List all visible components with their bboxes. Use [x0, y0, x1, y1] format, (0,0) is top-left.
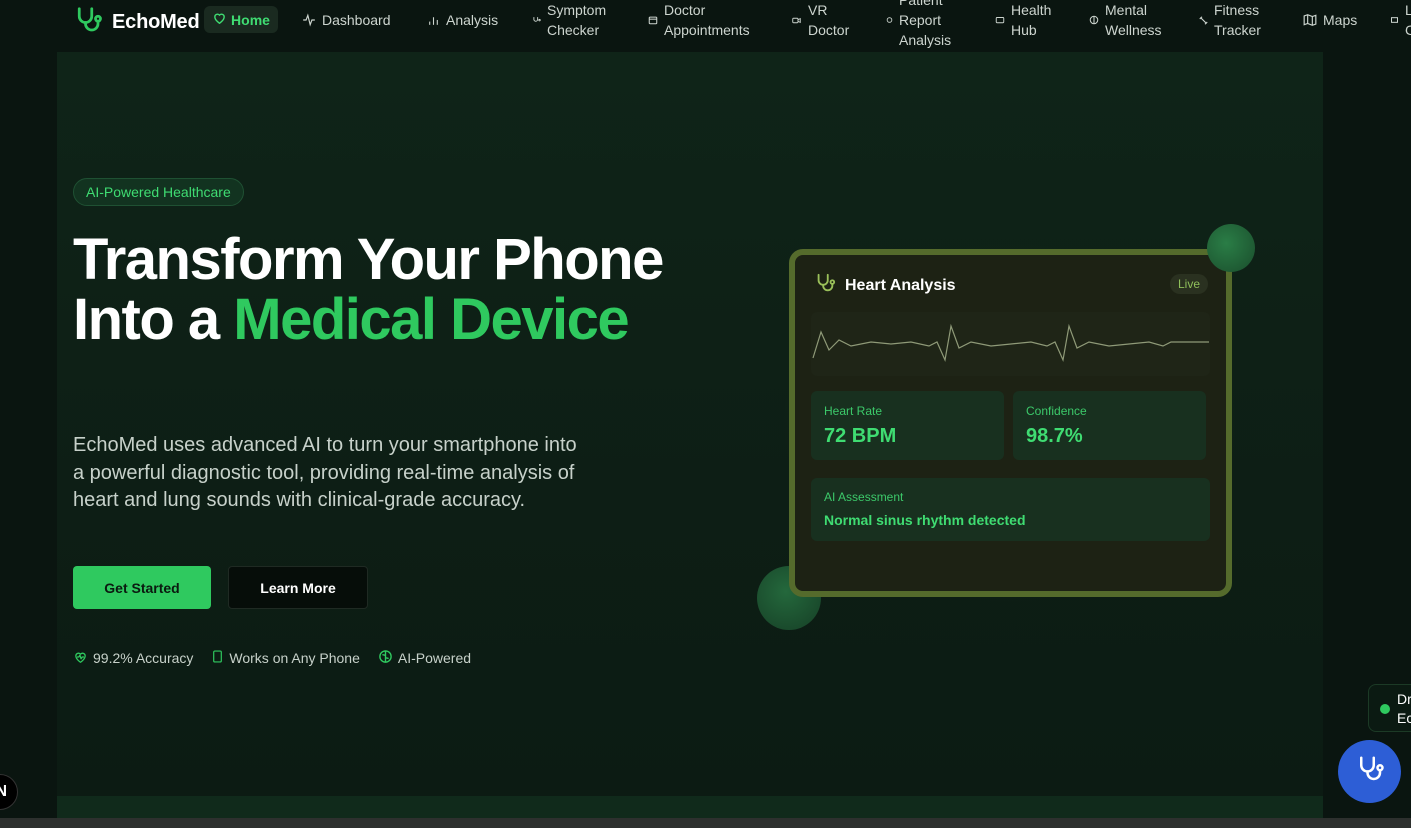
confidence-label: Confidence	[1026, 404, 1087, 418]
nav-mental-wellness-label: Mental Wellness	[1105, 2, 1162, 38]
heart-rate-label: Heart Rate	[824, 404, 883, 418]
hero-description: EchoMed uses advanced AI to turn your sm…	[73, 434, 577, 511]
activity-icon	[302, 13, 316, 27]
file-icon	[886, 16, 893, 24]
nav-health-hub[interactable]: Health Hub	[995, 0, 1061, 40]
brain-icon	[1089, 15, 1099, 25]
smartphone-icon	[211, 649, 224, 667]
brain-icon	[378, 649, 393, 667]
feature-accuracy: 99.2% Accuracy	[73, 649, 193, 667]
assistant-fab-button[interactable]	[1338, 740, 1401, 803]
left-margin	[0, 52, 57, 820]
assessment-value: Normal sinus rhythm detected	[824, 512, 1026, 528]
nav-symptom-checker[interactable]: Symptom Checker	[532, 0, 619, 40]
feature-list: 99.2% Accuracy Works on Any Phone AI-Pow…	[73, 649, 471, 667]
nav-item-truncated[interactable]: L C	[1390, 0, 1411, 40]
nav-maps[interactable]: Maps	[1303, 10, 1357, 30]
nav-analysis[interactable]: Analysis	[427, 10, 498, 30]
nav-mental-wellness[interactable]: Mental Wellness	[1089, 0, 1167, 40]
feature-ai-powered: AI-Powered	[378, 649, 471, 667]
monitor-icon	[995, 16, 1005, 25]
nav-analysis-label: Analysis	[446, 12, 499, 28]
brand-name: EchoMed	[112, 11, 200, 33]
stethoscope-icon	[532, 16, 541, 25]
feature-ai-powered-label: AI-Powered	[397, 650, 472, 666]
nav-patient-report-analysis-label: Patient Report Analysis	[899, 0, 952, 48]
heart-icon	[212, 11, 227, 28]
nav-health-hub-label: Health Hub	[1011, 2, 1052, 38]
book-icon	[1390, 16, 1399, 24]
heart-rate-value: 72 BPM	[824, 425, 897, 447]
next-section-edge	[57, 796, 1323, 820]
dumbbell-icon	[1199, 15, 1208, 25]
stethoscope-icon	[813, 272, 837, 299]
assessment-label: AI Assessment	[824, 490, 904, 504]
stethoscope-icon	[1355, 754, 1385, 789]
hero-badge: AI-Powered Healthcare	[73, 178, 244, 206]
nav-home[interactable]: Home	[204, 6, 278, 33]
bar-chart-icon	[427, 14, 440, 27]
online-indicator	[1380, 704, 1390, 714]
learn-more-button[interactable]: Learn More	[228, 566, 368, 609]
doctor-chat-preview[interactable]: Dr Ec	[1368, 684, 1411, 732]
ai-assessment: AI Assessment Normal sinus rhythm detect…	[811, 478, 1210, 541]
hero-headline: Transform Your Phone Into a Medical Devi…	[73, 230, 673, 350]
ecg-waveform	[811, 312, 1210, 376]
heart-pulse-icon	[73, 650, 88, 667]
nav-item-truncated-label: L C	[1405, 2, 1411, 38]
live-badge: Live	[1170, 274, 1208, 294]
get-started-button[interactable]: Get Started	[73, 566, 211, 609]
heart-rate-stat: Heart Rate 72 BPM	[811, 391, 1004, 460]
nav-fitness-tracker-label: Fitness Tracker	[1214, 2, 1261, 38]
nav-patient-report-analysis[interactable]: Patient Report Analysis	[886, 0, 961, 50]
nav-vr-doctor[interactable]: VR Doctor	[791, 0, 858, 40]
confidence-value: 98.7%	[1026, 425, 1083, 447]
feature-any-phone-label: Works on Any Phone	[229, 650, 360, 666]
feature-any-phone: Works on Any Phone	[211, 649, 360, 667]
nav-maps-label: Maps	[1323, 12, 1358, 28]
ecg-line	[812, 323, 1209, 363]
feature-accuracy-label: 99.2% Accuracy	[93, 650, 194, 666]
stethoscope-icon	[72, 5, 104, 40]
map-icon	[1303, 13, 1317, 27]
nav-vr-doctor-label: VR Doctor	[808, 2, 850, 38]
card-header: Heart Analysis	[813, 272, 956, 299]
doctor-chat-preview-text: Dr Ec	[1397, 691, 1411, 726]
decorative-circle-top	[1207, 224, 1255, 272]
calendar-icon	[648, 15, 658, 25]
card-title: Heart Analysis	[845, 276, 956, 294]
confidence-stat: Confidence 98.7%	[1013, 391, 1206, 460]
nav-home-label: Home	[231, 11, 270, 28]
headline-accent: Medical Device	[233, 287, 629, 352]
nav-dashboard[interactable]: Dashboard	[302, 10, 391, 30]
nav-doctor-appointments-label: Doctor Appointments	[664, 2, 750, 38]
bottom-bar	[0, 818, 1411, 828]
nav-doctor-appointments[interactable]: Doctor Appointments	[648, 0, 759, 40]
nav-fitness-tracker[interactable]: Fitness Tracker	[1199, 0, 1269, 40]
nav-dashboard-label: Dashboard	[322, 12, 391, 28]
top-nav: EchoMed Home Dashboard Analysis Symptom …	[0, 0, 1411, 52]
video-icon	[791, 16, 802, 25]
brand-logo-link[interactable]: EchoMed	[72, 5, 200, 40]
nav-symptom-checker-label: Symptom Checker	[547, 2, 607, 38]
